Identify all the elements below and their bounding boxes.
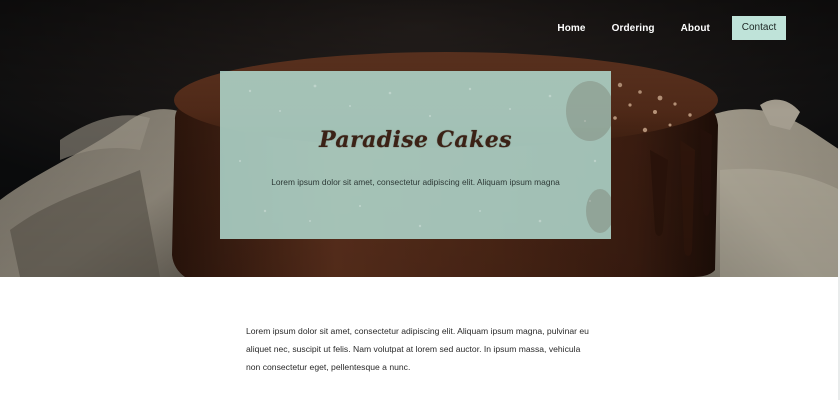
frosting-texture-background [238,81,611,233]
nav-link-home[interactable]: Home [557,23,585,34]
intro-paragraph: Lorem ipsum dolor sit amet, consectetur … [246,326,589,372]
hero-title-card: Paradise Cakes Lorem ipsum dolor sit ame… [220,71,611,239]
site-title: Paradise Cakes [319,127,512,153]
hero-section: Home Ordering About Contact Paradise Cak… [0,0,840,277]
nav-link-ordering[interactable]: Ordering [612,23,655,34]
hero-tagline: Lorem ipsum dolor sit amet, consectetur … [271,177,560,187]
main-navigation: Home Ordering About Contact [557,16,786,40]
nav-link-about[interactable]: About [681,23,710,34]
contact-button[interactable]: Contact [732,16,786,40]
page: Home Ordering About Contact Paradise Cak… [0,0,840,400]
